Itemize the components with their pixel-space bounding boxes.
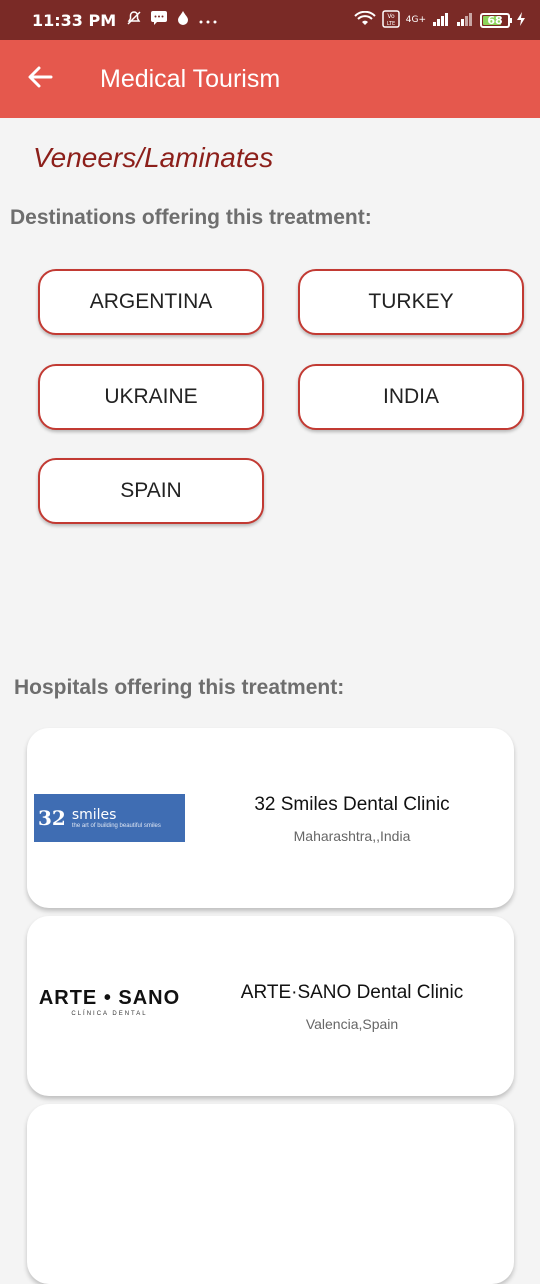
logo-32-number: 32: [38, 806, 66, 830]
destination-button-argentina[interactable]: ARGENTINA: [38, 269, 264, 335]
drop-icon: [176, 10, 190, 30]
destination-button-india[interactable]: INDIA: [298, 364, 524, 430]
network-type-label: 4G+: [405, 15, 426, 25]
hospital-card-partial[interactable]: [27, 1104, 514, 1284]
hospitals-heading: Hospitals offering this treatment:: [14, 676, 345, 699]
logo-32-word: smiles: [71, 807, 117, 823]
battery-icon: 68: [480, 12, 512, 28]
more-icon: [198, 11, 218, 29]
main-content[interactable]: Veneers/Laminates Destinations offering …: [0, 118, 540, 1284]
hospital-location: Maharashtra,,India: [293, 828, 411, 844]
destination-button-turkey[interactable]: TURKEY: [298, 269, 524, 335]
treatment-title: Veneers/Laminates: [33, 142, 274, 173]
hospital-name: 32 Smiles Dental Clinic: [254, 794, 450, 815]
destination-button-ukraine[interactable]: UKRAINE: [38, 364, 264, 430]
page-title: Medical Tourism: [100, 64, 281, 93]
status-bar: 11:33 PM Vo LTE 4G+ 68: [0, 0, 540, 40]
status-time: 11:33 PM: [32, 10, 117, 30]
logo-arte-tagline: CLÍNICA DENTAL: [71, 1011, 148, 1017]
destinations-heading: Destinations offering this treatment:: [10, 206, 372, 229]
arrow-left-icon: [27, 65, 53, 94]
wifi-icon: [354, 10, 376, 30]
battery-percent: 68: [487, 13, 503, 27]
signal-icon: [432, 12, 450, 29]
back-button[interactable]: [0, 40, 80, 118]
svg-text:LTE: LTE: [387, 21, 395, 27]
hospital-card-32-smiles[interactable]: 32 smiles the art of building beautiful …: [27, 728, 514, 908]
volte-icon: Vo LTE: [382, 9, 400, 31]
status-system-icons: Vo LTE 4G+ 68: [354, 9, 526, 31]
charging-icon: [516, 11, 526, 30]
app-bar: Medical Tourism: [0, 40, 540, 118]
logo-arte-main: ARTE • SANO: [38, 987, 181, 1009]
signal-icon-2: [456, 12, 474, 29]
hospital-logo-arte-sano: ARTE • SANO CLÍNICA DENTAL: [34, 978, 185, 1026]
destination-button-spain[interactable]: SPAIN: [38, 458, 264, 524]
hospital-logo-32-smiles: 32 smiles the art of building beautiful …: [34, 794, 185, 842]
svg-text:Vo: Vo: [387, 13, 395, 20]
hospital-name: ARTE·SANO Dental Clinic: [240, 982, 464, 1003]
message-icon: [150, 10, 168, 30]
hospital-card-arte-sano[interactable]: ARTE • SANO CLÍNICA DENTAL ARTE·SANO Den…: [27, 916, 514, 1096]
hospital-location: Valencia,Spain: [305, 1016, 399, 1032]
logo-32-tagline: the art of building beautiful smiles: [71, 823, 161, 829]
status-notification-icons: [126, 10, 218, 30]
mute-icon: [126, 10, 142, 30]
